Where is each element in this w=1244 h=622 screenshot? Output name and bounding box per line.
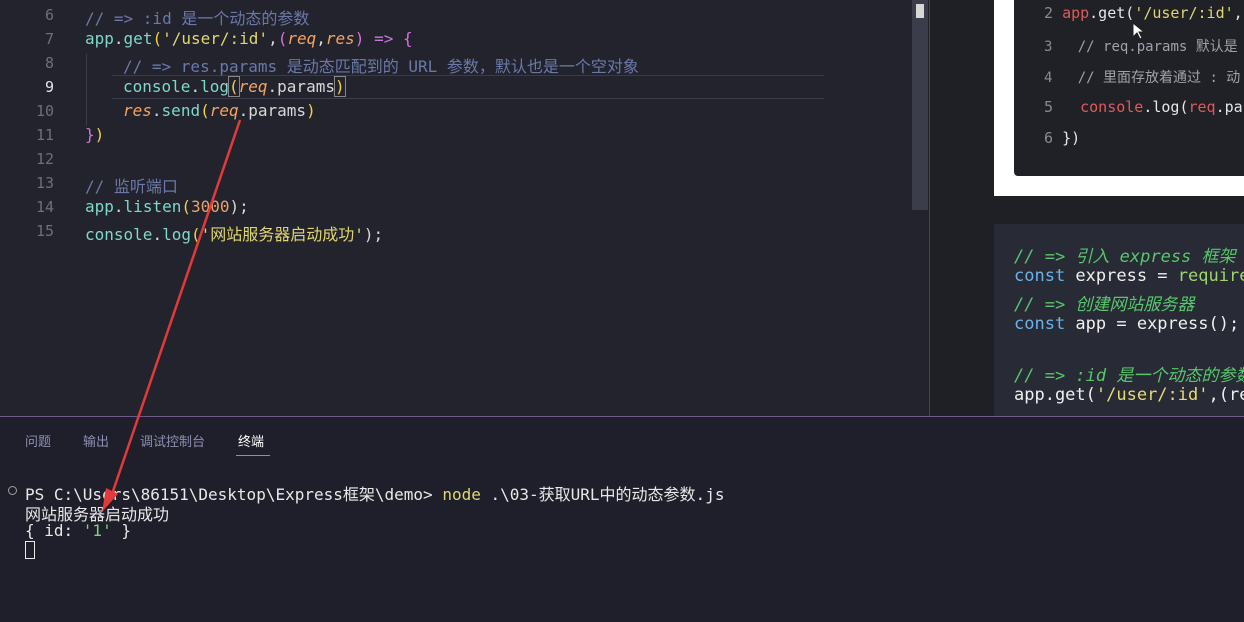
doc-line: // => :id 是一个动态的参数 xyxy=(1014,366,1244,386)
doc-line: // => 引入 express 框架 xyxy=(1014,247,1236,267)
terminal-cursor xyxy=(25,541,35,559)
mouse-pointer-icon xyxy=(1132,22,1146,40)
indent-guide xyxy=(86,54,87,126)
doc-code-snippet: // => 引入 express 框架 const express = requ… xyxy=(994,224,1244,416)
line-number: 7 xyxy=(44,30,54,48)
line-number: 11 xyxy=(35,126,54,144)
code-line-11: }) xyxy=(85,125,105,144)
line-number: 6 xyxy=(44,6,54,24)
line-number: 13 xyxy=(35,174,54,192)
code-line-13: // 监听端口 xyxy=(85,177,178,196)
doc-line: // => 创建网站服务器 xyxy=(1014,295,1195,315)
line-number: 14 xyxy=(35,198,54,216)
doc-line: app.get('/user/:id',(req xyxy=(1014,385,1244,405)
command-status-icon[interactable] xyxy=(8,486,17,495)
code-line-15: console.log('网站服务器启动成功'); xyxy=(85,225,384,244)
ref-line-5: 5 console.log(req.par xyxy=(1044,98,1244,116)
code-line-6: // => :id 是一个动态的参数 xyxy=(85,9,310,28)
bottom-panel: 问题 输出 调试控制台 终端 PS C:\Users\86151\Desktop… xyxy=(0,416,1244,622)
ref-line-6: 6 }) xyxy=(1044,129,1081,147)
code-line-10: res.send(req.params) xyxy=(123,101,316,120)
line-number-current: 9 xyxy=(44,78,54,96)
active-tab-indicator xyxy=(236,455,270,456)
tab-terminal[interactable]: 终端 xyxy=(238,431,264,450)
doc-line: const express = require( xyxy=(1014,266,1244,286)
tab-output[interactable]: 输出 xyxy=(83,431,109,450)
line-number: 15 xyxy=(35,222,54,240)
line-number: 10 xyxy=(35,102,54,120)
code-line-14: app.listen(3000); xyxy=(85,197,249,216)
scrollbar-cursor-marker xyxy=(916,4,924,18)
current-line-border-bottom xyxy=(112,98,824,99)
terminal-output-object: { id: '1' } xyxy=(25,521,131,540)
code-editor[interactable]: 6 7 8 9 10 11 12 13 14 15 // => :id 是一个动… xyxy=(0,0,930,416)
reference-code-image: 2 app.get('/user/:id', 3 // req.params 默… xyxy=(1014,0,1244,176)
tab-problems[interactable]: 问题 xyxy=(25,431,51,450)
editor-scrollbar-thumb[interactable] xyxy=(912,0,928,210)
code-line-7: app.get('/user/:id',(req,res) => { xyxy=(85,29,413,48)
code-line-8: // => res.params 是动态匹配到的 URL 参数，默认也是一个空对… xyxy=(123,57,639,76)
reference-pane: 2 app.get('/user/:id', 3 // req.params 默… xyxy=(930,0,1244,416)
ref-line-2: 2 app.get('/user/:id', xyxy=(1044,4,1243,22)
line-number: 12 xyxy=(35,150,54,168)
ref-line-4: 4 // 里面存放着通过 : 动 xyxy=(1044,70,1241,86)
tab-debug-console[interactable]: 调试控制台 xyxy=(140,431,205,450)
line-number: 8 xyxy=(44,54,54,72)
code-line-9: console.log(req.params) xyxy=(123,76,346,97)
doc-line: const app = express(); xyxy=(1014,314,1240,334)
